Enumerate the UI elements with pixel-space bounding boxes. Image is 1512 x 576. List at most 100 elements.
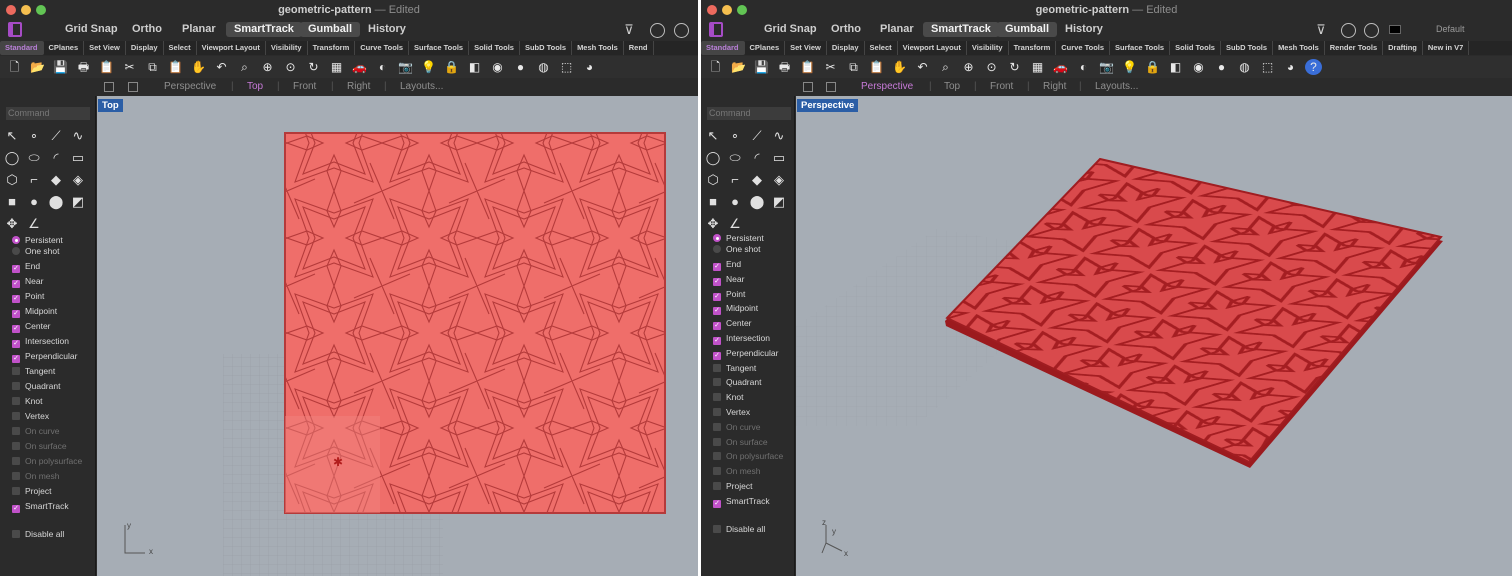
- paste-special-icon[interactable]: 📋: [799, 56, 816, 78]
- open-icon[interactable]: 📂: [29, 56, 46, 78]
- mesh-icon[interactable]: ◩: [769, 192, 789, 212]
- checkbox-icon[interactable]: ✓: [713, 499, 721, 508]
- toolbar-tab-subd-tools[interactable]: SubD Tools: [1221, 41, 1274, 55]
- zoom-selected-icon[interactable]: ⊙: [282, 56, 299, 78]
- filter-icon[interactable]: ⬚: [558, 56, 575, 78]
- command-input[interactable]: Command: [707, 107, 791, 120]
- planar-toggle[interactable]: Planar: [872, 22, 922, 37]
- checkbox-icon[interactable]: ✓: [12, 280, 20, 288]
- tab-top[interactable]: Top: [247, 81, 263, 92]
- cylinder-icon[interactable]: ⬤: [747, 192, 767, 212]
- pan-hand-icon[interactable]: ✋: [190, 56, 207, 78]
- osnap-tangent[interactable]: Tangent: [12, 364, 55, 378]
- grid-icon[interactable]: ▦: [1029, 56, 1046, 78]
- gumball-toggle[interactable]: Gumball: [300, 22, 361, 37]
- open-icon[interactable]: 📂: [730, 56, 747, 78]
- toolbar-tab-solid-tools[interactable]: Solid Tools: [1170, 41, 1221, 55]
- osnap-mode-one-shot[interactable]: One shot: [12, 244, 60, 258]
- camera-icon[interactable]: 📷: [397, 56, 414, 78]
- osnap-mode-one-shot[interactable]: One shot: [713, 242, 761, 256]
- checkbox-icon[interactable]: [713, 378, 721, 387]
- mesh-icon[interactable]: ◩: [68, 192, 88, 212]
- car-icon[interactable]: 🚗: [351, 56, 368, 78]
- tab-perspective[interactable]: Perspective: [861, 81, 913, 92]
- view-single-icon[interactable]: [826, 82, 836, 92]
- zoom-selected-icon[interactable]: ⊙: [983, 56, 1000, 78]
- osnap-center[interactable]: ✓ Center: [12, 319, 51, 333]
- help-icon[interactable]: ?: [1305, 59, 1322, 75]
- toolbar-tab-select[interactable]: Select: [865, 41, 898, 55]
- record-history-icon[interactable]: [1341, 23, 1356, 38]
- toolbar-tab-subd-tools[interactable]: SubD Tools: [520, 41, 573, 55]
- circle-icon[interactable]: ◯: [703, 148, 723, 168]
- osnap-perpendicular[interactable]: ✓ Perpendicular: [12, 349, 77, 363]
- osnap-center[interactable]: ✓ Center: [713, 316, 752, 331]
- copy-icon[interactable]: ⧉: [144, 56, 161, 78]
- toolbar-tab-cplanes[interactable]: CPlanes: [745, 41, 786, 55]
- new-icon[interactable]: 🗋: [6, 56, 23, 78]
- osnap-midpoint[interactable]: ✓ Midpoint: [713, 301, 758, 316]
- checkbox-icon[interactable]: [12, 397, 20, 405]
- close-window-button[interactable]: [707, 5, 717, 15]
- checkbox-icon[interactable]: ✓: [12, 325, 20, 333]
- checkbox-icon[interactable]: [713, 363, 721, 372]
- radio-icon[interactable]: [713, 234, 721, 242]
- checkbox-icon[interactable]: ✓: [713, 307, 721, 316]
- history-toggle[interactable]: History: [1057, 22, 1111, 37]
- osnap-intersection[interactable]: ✓ Intersection: [12, 334, 69, 348]
- smarttrack-toggle[interactable]: SmartTrack: [226, 22, 302, 37]
- toolbar-tab-mesh-tools[interactable]: Mesh Tools: [572, 41, 624, 55]
- draft-icon[interactable]: ∠: [24, 214, 44, 234]
- paste-icon[interactable]: 📋: [167, 56, 184, 78]
- transform-icon[interactable]: ✥: [2, 214, 22, 234]
- tab-right[interactable]: Right: [1043, 81, 1066, 92]
- filter-icon[interactable]: ⬚: [1259, 56, 1276, 78]
- top-view-canvas[interactable]: ✱: [97, 96, 698, 576]
- osnap-midpoint[interactable]: ✓ Midpoint: [12, 304, 57, 318]
- smarttrack-toggle[interactable]: SmartTrack: [923, 22, 999, 37]
- lock-icon[interactable]: 🔒: [443, 56, 460, 78]
- toolbar-tab-viewport-layout[interactable]: Viewport Layout: [197, 41, 266, 55]
- checkbox-icon[interactable]: ✓: [713, 292, 721, 301]
- select-arrow-icon[interactable]: ↖: [2, 126, 22, 146]
- toolbar-tab-render-tools[interactable]: Render Tools: [1325, 41, 1384, 55]
- color-wheel-icon[interactable]: ◉: [1190, 56, 1207, 78]
- rectangle-icon[interactable]: ▭: [68, 148, 88, 168]
- tab-perspective[interactable]: Perspective: [164, 81, 216, 92]
- rotate-view-icon[interactable]: ↻: [305, 56, 322, 78]
- gumball-toggle[interactable]: Gumball: [997, 22, 1058, 37]
- checkbox-icon[interactable]: [12, 487, 20, 495]
- command-input[interactable]: Command: [6, 107, 90, 120]
- zoom-window-button[interactable]: [737, 5, 747, 15]
- sphere-render-icon[interactable]: ●: [512, 56, 529, 78]
- checkbox-icon[interactable]: [713, 408, 721, 416]
- target-icon[interactable]: [674, 23, 689, 38]
- tab-right[interactable]: Right: [347, 81, 370, 92]
- radio-icon[interactable]: [12, 247, 20, 255]
- layer-color-swatch[interactable]: [1389, 25, 1401, 34]
- zoom-window-icon[interactable]: ⌕: [937, 56, 954, 78]
- sphere-material-icon[interactable]: ◍: [1236, 56, 1253, 78]
- radio-icon[interactable]: [12, 236, 20, 244]
- osnap-vertex[interactable]: Vertex: [713, 405, 750, 419]
- checkbox-icon[interactable]: [713, 524, 721, 533]
- toolbar-tab-drafting[interactable]: Drafting: [1383, 41, 1423, 55]
- panels-toggle-icon[interactable]: [709, 22, 723, 37]
- checkbox-icon[interactable]: ✓: [12, 340, 20, 348]
- arc-icon[interactable]: ◜: [747, 148, 767, 168]
- checkbox-icon[interactable]: ✓: [12, 295, 20, 303]
- sphere-material-icon[interactable]: ◍: [535, 56, 552, 78]
- ortho-toggle[interactable]: Ortho: [823, 22, 869, 37]
- osnap-knot[interactable]: Knot: [713, 390, 744, 404]
- viewport-label[interactable]: Top: [98, 99, 123, 112]
- polygon-icon[interactable]: ⬡: [703, 170, 723, 190]
- surface-icon[interactable]: ◆: [747, 170, 767, 190]
- toolbar-tab-curve-tools[interactable]: Curve Tools: [1056, 41, 1111, 55]
- osnap-end[interactable]: ✓ End: [12, 259, 40, 273]
- view-grid-icon[interactable]: [104, 82, 114, 92]
- osnap-near[interactable]: ✓ Near: [12, 274, 43, 288]
- osnap-disable-all[interactable]: Disable all: [12, 527, 64, 541]
- ellipse-icon[interactable]: ⬭: [24, 148, 44, 168]
- rectangle-icon[interactable]: ▭: [769, 148, 789, 168]
- checkbox-icon[interactable]: [12, 412, 20, 420]
